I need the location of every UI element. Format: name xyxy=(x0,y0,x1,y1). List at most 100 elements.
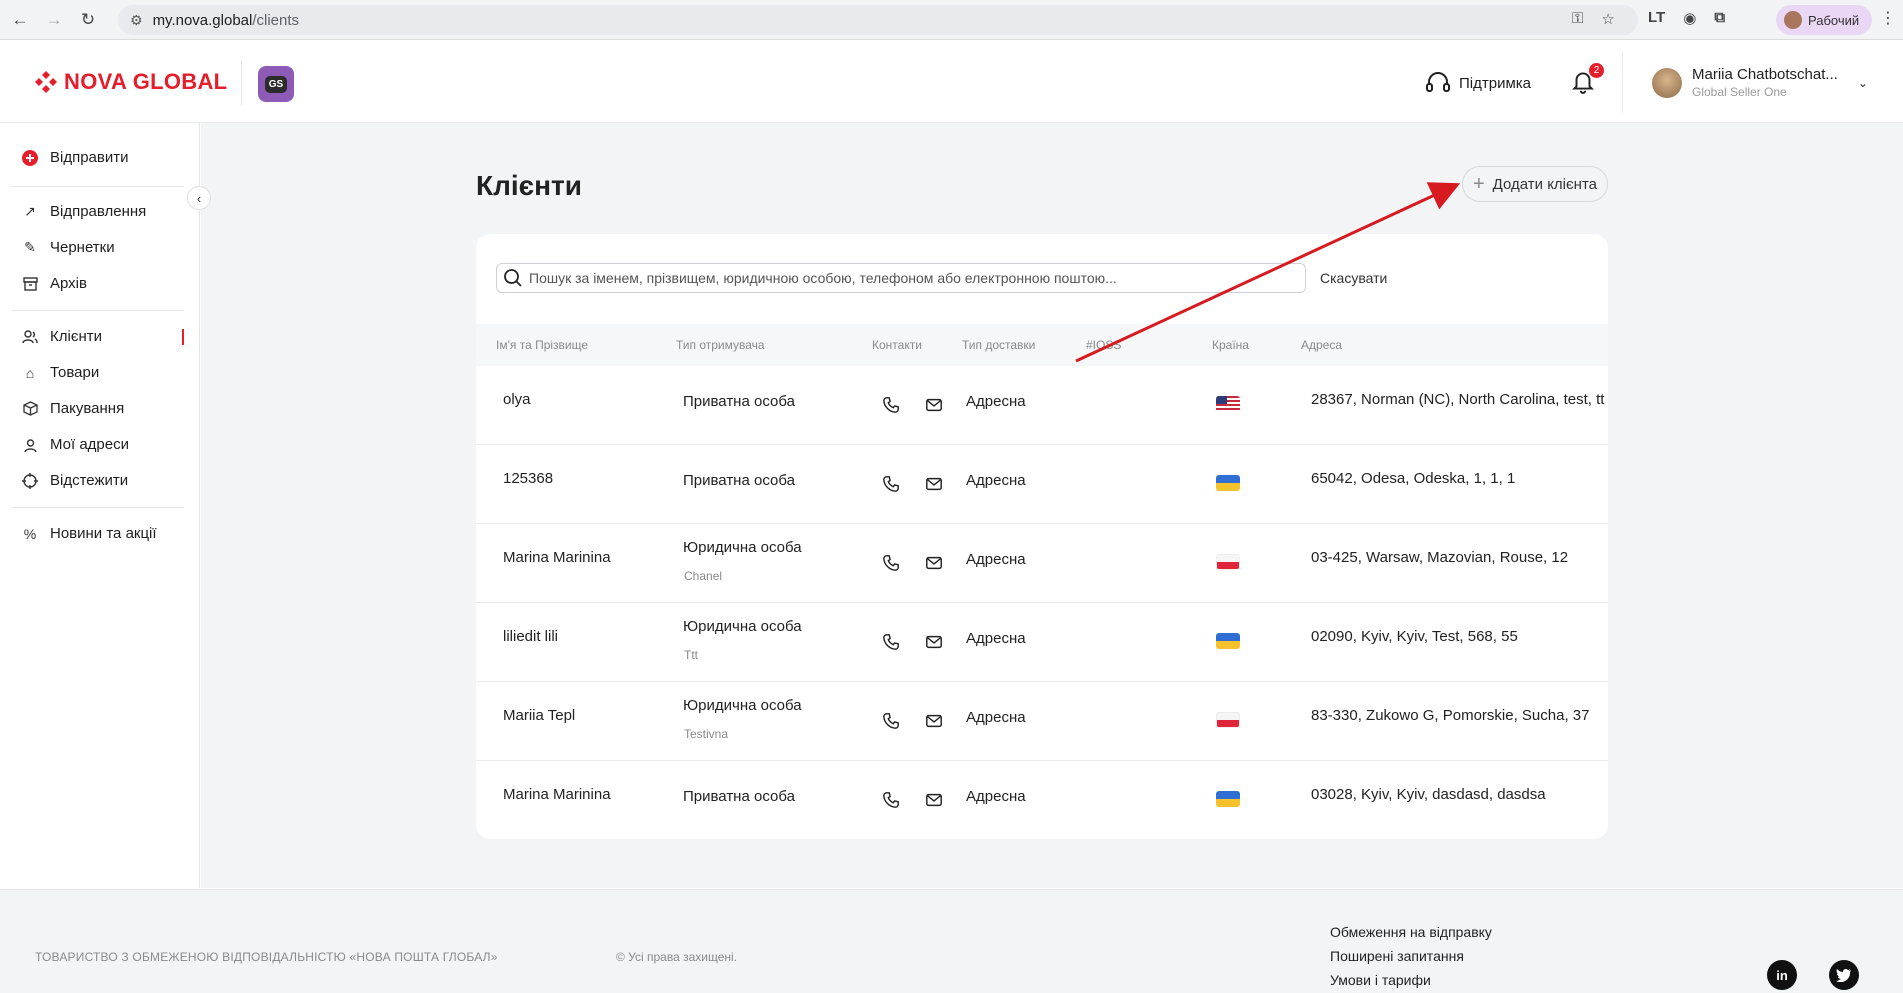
header-divider xyxy=(241,61,242,105)
sidebar-item-clients[interactable]: Клієнти xyxy=(22,328,102,345)
extensions-puzzle-icon[interactable]: ⧉ xyxy=(1714,9,1725,27)
phone-icon[interactable] xyxy=(882,554,902,574)
arrow-up-right-icon: ↗ xyxy=(24,203,36,219)
extension-lt-icon[interactable]: LT xyxy=(1648,9,1665,27)
notification-count-badge: 2 xyxy=(1589,63,1604,78)
footer-link-terms[interactable]: Умови і тарифи xyxy=(1330,972,1431,988)
linkedin-icon[interactable]: in xyxy=(1767,960,1797,990)
sidebar-item-label: Відправити xyxy=(50,149,129,166)
tag-icon: ⌂ xyxy=(25,364,35,381)
add-client-button[interactable]: + Додати клієнта xyxy=(1462,166,1608,202)
column-header-country[interactable]: Країна xyxy=(1212,338,1249,352)
badge-text: GS xyxy=(264,75,288,93)
sidebar-item-archive[interactable]: Архів xyxy=(22,275,87,292)
footer-link-faq[interactable]: Поширені запитання xyxy=(1330,948,1464,964)
sidebar-item-label: Пакування xyxy=(50,400,125,417)
sidebar-item-shipments[interactable]: ↗ Відправлення xyxy=(22,203,146,220)
password-key-icon[interactable]: ⚿ xyxy=(1572,10,1583,28)
phone-icon[interactable] xyxy=(882,633,902,653)
flag-ua-icon xyxy=(1216,475,1240,491)
phone-icon[interactable] xyxy=(882,396,902,416)
table-row[interactable]: 125368 Приватна особа Адресна 65042, Odesa,… xyxy=(476,445,1608,524)
company-name: Chanel xyxy=(684,569,723,583)
recipient-type: Приватна особа xyxy=(683,788,795,805)
column-header-address[interactable]: Адреса xyxy=(1301,338,1342,352)
footer-company-name: ТОВАРИСТВО З ОБМЕЖЕНОЮ ВІДПОВІДАЛЬНІСТЮ … xyxy=(35,950,498,964)
client-name: 125368 xyxy=(503,470,554,487)
mail-icon[interactable] xyxy=(925,712,945,732)
browser-toolbar: ← → ↻ ⚙ my.nova.global/clients ⚿ ☆ LT ◉ … xyxy=(0,0,1903,40)
support-link[interactable]: Підтримка xyxy=(1425,71,1531,95)
user-name: Mariia Chatbotschat... xyxy=(1692,66,1838,83)
sidebar-item-label: Відстежити xyxy=(50,472,129,489)
collapse-sidebar-button[interactable]: ‹ xyxy=(187,186,211,210)
chevron-down-icon[interactable]: ⌄ xyxy=(1858,76,1868,90)
column-header-recipient-type[interactable]: Тип отримувача xyxy=(676,338,765,352)
mail-icon[interactable] xyxy=(925,633,945,653)
support-label: Підтримка xyxy=(1459,74,1532,92)
back-icon[interactable]: ← xyxy=(6,6,34,34)
recipient-type: Юридична особа xyxy=(683,697,802,714)
forward-icon[interactable]: → xyxy=(40,6,68,34)
table-row[interactable]: Mariia Tepl Юридична особа Testivna Адресна… xyxy=(476,682,1608,761)
location-icon xyxy=(22,437,38,453)
user-menu[interactable]: Mariia Chatbotschat... Global Seller One… xyxy=(1652,66,1868,99)
browser-menu-icon[interactable]: ⋮ xyxy=(1880,8,1896,28)
sidebar-item-label: Клієнти xyxy=(50,328,103,345)
sidebar-item-my-addresses[interactable]: Мої адреси xyxy=(22,436,129,453)
table-row[interactable]: Marina Marinina Юридична особа Chanel Адрес… xyxy=(476,524,1608,603)
search-input[interactable]: Пошук за іменем, прізвищем, юридичною ос… xyxy=(496,263,1306,293)
global-seller-badge[interactable]: GS xyxy=(258,66,294,102)
page-title: Клієнти xyxy=(476,170,582,201)
screenshot-camera-icon[interactable]: ◉ xyxy=(1683,9,1696,27)
flag-pl-icon xyxy=(1216,712,1240,728)
profile-label: Рабочий xyxy=(1808,12,1860,28)
bookmark-star-icon[interactable]: ☆ xyxy=(1601,10,1614,28)
users-icon xyxy=(22,329,38,345)
nova-global-logo[interactable]: NOVA GLOBAL xyxy=(34,69,227,95)
crosshair-icon xyxy=(22,472,38,489)
sidebar-item-packaging[interactable]: Пакування xyxy=(22,400,124,417)
flag-pl-icon xyxy=(1216,554,1240,570)
headset-icon xyxy=(1426,72,1450,92)
table-row[interactable]: Marina Marinina Приватна особа Адресна 0302… xyxy=(476,761,1608,839)
sidebar-item-send[interactable]: Відправити xyxy=(22,149,129,166)
search-icon xyxy=(504,269,522,287)
url-path: /clients xyxy=(252,11,300,29)
flag-ua-icon xyxy=(1216,633,1240,649)
column-header-name[interactable]: Ім'я та Прізвище xyxy=(496,338,588,352)
column-header-delivery-type[interactable]: Тип доставки xyxy=(962,338,1035,352)
flag-ua-icon xyxy=(1216,791,1240,807)
sidebar-item-label: Відправлення xyxy=(50,203,147,220)
mail-icon[interactable] xyxy=(925,791,945,811)
sidebar-item-news[interactable]: % Новини та акції xyxy=(22,525,157,542)
phone-icon[interactable] xyxy=(882,791,902,811)
address-bar[interactable]: ⚙ my.nova.global/clients xyxy=(118,5,1638,35)
sidebar-item-goods[interactable]: ⌂ Товари xyxy=(22,364,99,381)
client-address: 03-425, Warsaw, Mazovian, Rouse, 12 xyxy=(1311,549,1569,566)
sidebar-item-drafts[interactable]: ✎ Чернетки xyxy=(22,239,115,256)
phone-icon[interactable] xyxy=(882,712,902,732)
sidebar-item-label: Мої адреси xyxy=(50,436,129,453)
sidebar-divider xyxy=(12,507,184,508)
sidebar-item-track[interactable]: Відстежити xyxy=(22,472,128,489)
phone-icon[interactable] xyxy=(882,475,902,495)
cancel-search-button[interactable]: Скасувати xyxy=(1320,270,1387,286)
table-row[interactable]: liliedit lili Юридична особа Ttt Адресна 020… xyxy=(476,603,1608,682)
site-settings-icon[interactable]: ⚙ xyxy=(130,12,143,29)
sidebar-item-label: Чернетки xyxy=(50,239,115,256)
mail-icon[interactable] xyxy=(925,396,945,416)
nova-logo-icon xyxy=(34,70,58,94)
mail-icon[interactable] xyxy=(925,475,945,495)
footer-link-restrictions[interactable]: Обмеження на відправку xyxy=(1330,924,1492,940)
mail-icon[interactable] xyxy=(925,554,945,574)
column-header-contacts[interactable]: Контакти xyxy=(872,338,922,352)
plus-circle-icon xyxy=(22,149,38,166)
reload-icon[interactable]: ↻ xyxy=(74,6,102,34)
delivery-type: Адресна xyxy=(966,393,1026,410)
column-header-ioss[interactable]: #IOSS xyxy=(1086,338,1121,352)
edit-icon: ✎ xyxy=(24,239,36,255)
twitter-icon[interactable] xyxy=(1829,960,1859,990)
table-row[interactable]: olya Приватна особа Адресна 28367, Norman (… xyxy=(476,366,1608,445)
browser-profile-button[interactable]: Рабочий xyxy=(1776,5,1872,35)
